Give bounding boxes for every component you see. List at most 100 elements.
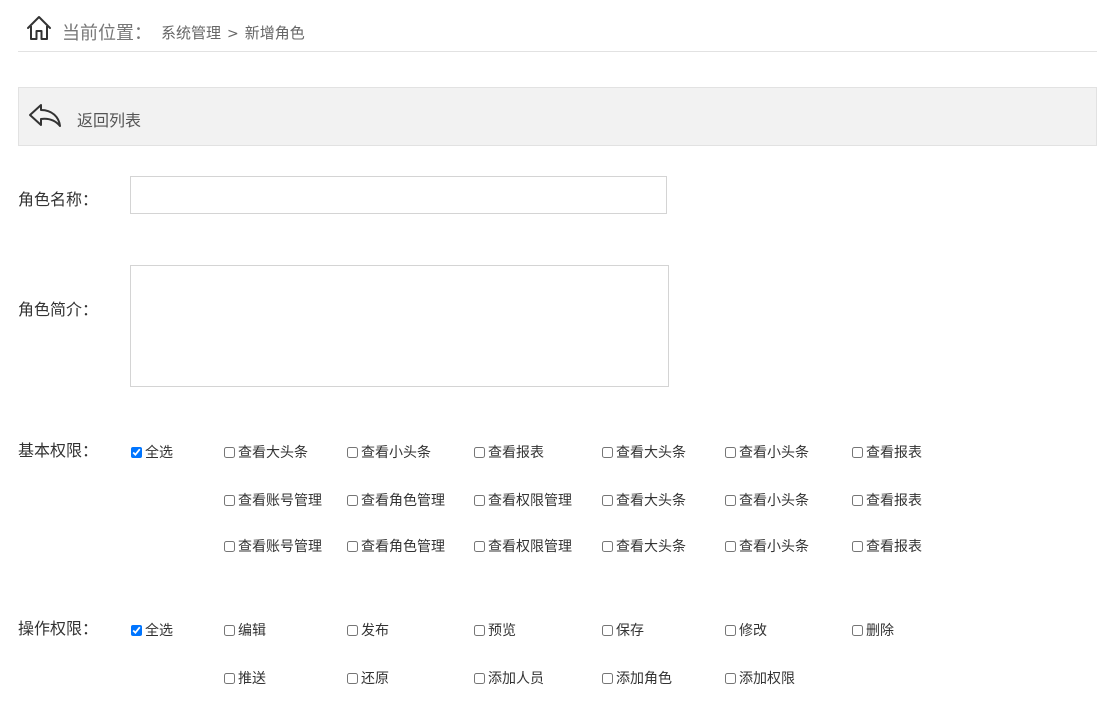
op-perm-checkbox-box[interactable] [725, 672, 736, 684]
basic-perm-checkbox-label: 查看小头条 [361, 445, 431, 461]
op-perm-checkbox-box[interactable] [852, 624, 863, 636]
basic-perm-checkbox[interactable]: 查看小头条 [725, 442, 809, 462]
basic-perm-checkbox-box[interactable] [224, 494, 235, 506]
basic-perm-checkbox[interactable]: 查看报表 [474, 442, 544, 462]
basic-perm-checkbox-label: 查看报表 [866, 445, 922, 461]
op-perm-checkbox-box[interactable] [725, 624, 736, 636]
op-perm-checkbox[interactable]: 还原 [347, 668, 389, 688]
basic-perm-checkbox[interactable]: 查看小头条 [725, 490, 809, 510]
op-perm-select-all-checkbox-box[interactable] [131, 624, 142, 636]
role-desc-textarea[interactable] [130, 265, 669, 387]
basic-perm-checkbox-box[interactable] [474, 446, 485, 458]
op-perm-checkbox-box[interactable] [474, 624, 485, 636]
home-icon[interactable] [26, 15, 52, 41]
basic-perm-checkbox-box[interactable] [852, 494, 863, 506]
role-name-input[interactable] [130, 176, 667, 214]
basic-perm-checkbox-box[interactable] [602, 446, 613, 458]
op-perm-checkbox-box[interactable] [224, 672, 235, 684]
op-perm-checkbox[interactable]: 修改 [725, 620, 767, 640]
basic-perm-checkbox-label: 查看小头条 [739, 539, 809, 555]
basic-perm-checkbox-label: 查看大头条 [616, 539, 686, 555]
basic-perm-checkbox-label: 查看报表 [488, 445, 544, 461]
basic-perm-checkbox[interactable]: 查看账号管理 [224, 536, 322, 556]
basic-perm-checkbox-label: 查看权限管理 [488, 539, 572, 555]
basic-perm-checkbox[interactable]: 查看报表 [852, 442, 922, 462]
basic-permissions-label: 基本权限： [18, 441, 99, 460]
back-arrow-icon[interactable] [28, 101, 62, 129]
basic-perm-checkbox[interactable]: 查看账号管理 [224, 490, 322, 510]
basic-perm-checkbox-box[interactable] [725, 494, 736, 506]
basic-perm-checkbox[interactable]: 查看小头条 [725, 536, 809, 556]
basic-perm-checkbox[interactable]: 查看大头条 [602, 442, 686, 462]
back-to-list-button[interactable]: 返回列表 [77, 107, 141, 131]
basic-perm-checkbox[interactable]: 查看大头条 [602, 536, 686, 556]
basic-perm-checkbox-label: 查看小头条 [739, 445, 809, 461]
basic-perm-checkbox-box[interactable] [602, 494, 613, 506]
basic-perm-checkbox-label: 查看大头条 [616, 445, 686, 461]
op-perm-checkbox-label: 保存 [616, 623, 644, 639]
op-perm-checkbox-label: 修改 [739, 623, 767, 639]
basic-perm-select-all-checkbox-box[interactable] [131, 446, 142, 458]
basic-perm-checkbox-label: 查看账号管理 [238, 539, 322, 555]
basic-perm-checkbox-box[interactable] [224, 446, 235, 458]
op-perm-checkbox-label: 发布 [361, 623, 389, 639]
breadcrumb: 当前位置： 系统管理 > 新增角色 [18, 0, 1097, 52]
basic-perm-checkbox-label: 查看报表 [866, 493, 922, 509]
basic-perm-checkbox-label: 查看大头条 [238, 445, 308, 461]
role-desc-label: 角色简介： [18, 300, 99, 319]
basic-perm-select-all-checkbox-label: 全选 [145, 445, 173, 461]
breadcrumb-separator: > [227, 26, 239, 42]
basic-perm-checkbox-box[interactable] [347, 494, 358, 506]
basic-perm-checkbox[interactable]: 查看小头条 [347, 442, 431, 462]
basic-perm-checkbox-box[interactable] [347, 540, 358, 552]
basic-perm-checkbox-box[interactable] [347, 446, 358, 458]
op-perm-checkbox-box[interactable] [474, 672, 485, 684]
basic-perm-checkbox-label: 查看角色管理 [361, 493, 445, 509]
basic-perm-checkbox-box[interactable] [224, 540, 235, 552]
basic-perm-checkbox-box[interactable] [474, 494, 485, 506]
op-perm-checkbox[interactable]: 预览 [474, 620, 516, 640]
basic-perm-checkbox[interactable]: 查看角色管理 [347, 536, 445, 556]
op-perm-checkbox[interactable]: 添加人员 [474, 668, 544, 688]
op-perm-checkbox-box[interactable] [602, 624, 613, 636]
op-perm-checkbox-label: 添加角色 [616, 671, 672, 687]
op-perm-checkbox-label: 添加权限 [739, 671, 795, 687]
breadcrumb-path: 系统管理 > 新增角色 [161, 22, 305, 43]
basic-perm-checkbox-box[interactable] [725, 540, 736, 552]
op-perm-checkbox[interactable]: 编辑 [224, 620, 266, 640]
basic-perm-checkbox[interactable]: 查看报表 [852, 490, 922, 510]
op-perm-checkbox-box[interactable] [347, 672, 358, 684]
basic-perm-checkbox[interactable]: 查看权限管理 [474, 490, 572, 510]
operation-permissions-label: 操作权限： [18, 619, 99, 638]
basic-perm-checkbox[interactable]: 查看权限管理 [474, 536, 572, 556]
basic-perm-checkbox-box[interactable] [602, 540, 613, 552]
role-name-label: 角色名称： [18, 190, 99, 209]
op-perm-checkbox-label: 预览 [488, 623, 516, 639]
op-perm-checkbox-label: 推送 [238, 671, 266, 687]
toolbar: 返回列表 [18, 87, 1097, 146]
basic-perm-checkbox-label: 查看权限管理 [488, 493, 572, 509]
basic-perm-checkbox-box[interactable] [474, 540, 485, 552]
basic-perm-checkbox[interactable]: 查看角色管理 [347, 490, 445, 510]
op-perm-checkbox[interactable]: 发布 [347, 620, 389, 640]
basic-perm-checkbox[interactable]: 查看报表 [852, 536, 922, 556]
op-perm-select-all-checkbox[interactable]: 全选 [131, 620, 173, 640]
basic-perm-checkbox-label: 查看大头条 [616, 493, 686, 509]
basic-perm-checkbox[interactable]: 查看大头条 [602, 490, 686, 510]
basic-perm-select-all-checkbox[interactable]: 全选 [131, 442, 173, 462]
op-perm-checkbox-box[interactable] [347, 624, 358, 636]
op-perm-checkbox[interactable]: 添加角色 [602, 668, 672, 688]
op-perm-checkbox-box[interactable] [224, 624, 235, 636]
op-perm-checkbox-box[interactable] [602, 672, 613, 684]
op-perm-checkbox[interactable]: 推送 [224, 668, 266, 688]
basic-perm-checkbox-box[interactable] [852, 446, 863, 458]
op-perm-checkbox[interactable]: 删除 [852, 620, 894, 640]
op-perm-checkbox[interactable]: 保存 [602, 620, 644, 640]
basic-perm-checkbox-box[interactable] [852, 540, 863, 552]
basic-perm-checkbox[interactable]: 查看大头条 [224, 442, 308, 462]
basic-perm-checkbox-box[interactable] [725, 446, 736, 458]
basic-perm-checkbox-label: 查看账号管理 [238, 493, 322, 509]
breadcrumb-item-system[interactable]: 系统管理 [161, 24, 221, 42]
op-perm-checkbox[interactable]: 添加权限 [725, 668, 795, 688]
op-perm-checkbox-label: 还原 [361, 671, 389, 687]
